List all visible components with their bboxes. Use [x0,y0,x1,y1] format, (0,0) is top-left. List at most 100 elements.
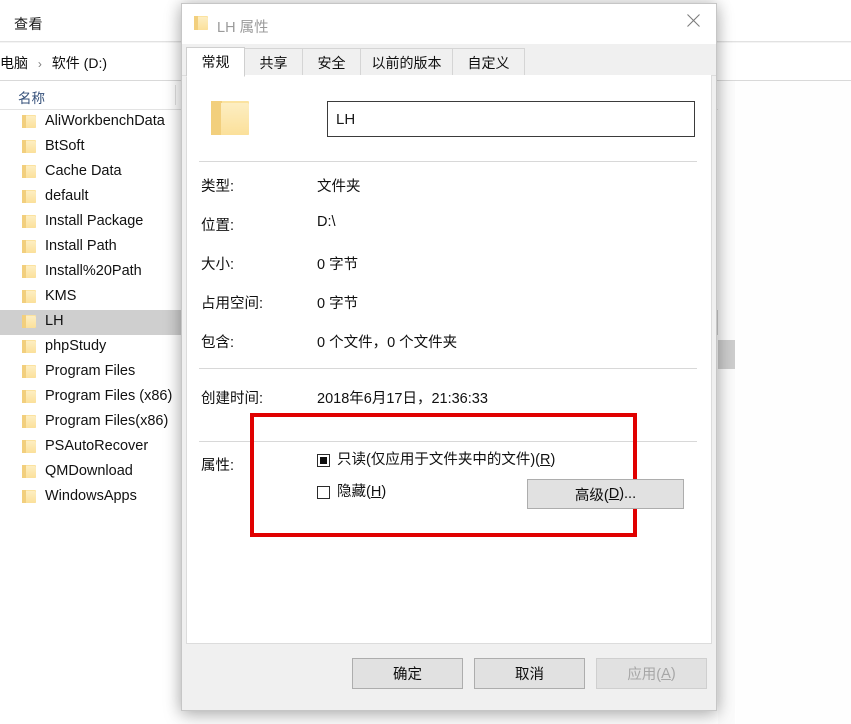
apply-button-accel: A [661,665,671,682]
list-item-label: Install%20Path [45,263,142,279]
property-row-size-on-disk: 占用空间: 0 字节 [187,292,711,331]
scrollbar-thumb[interactable] [718,340,735,369]
folder-icon [22,340,36,353]
tab-strip: 常规 共享 安全 以前的版本 自定义 [182,44,716,77]
list-item-label: phpStudy [45,338,107,354]
folder-icon [22,165,36,178]
property-row-location: 位置: D:\ [187,214,711,253]
dialog-title: LH 属性 [217,20,269,36]
folder-icon [22,190,36,203]
breadcrumb-separator-icon: › [37,57,42,71]
property-label-size-on-disk: 占用空间: [201,296,264,312]
folder-icon [22,140,36,153]
attributes-label: 属性: [201,458,235,474]
tab-security[interactable]: 安全 [302,48,361,76]
property-label-type: 类型: [201,179,235,195]
hidden-checkbox[interactable] [317,486,330,499]
divider-after-name [199,161,697,162]
dialog-title-bar[interactable]: LH 属性 [182,4,716,44]
property-label-created: 创建时间: [201,391,264,407]
list-item-label: Cache Data [45,163,122,179]
hidden-checkbox-row[interactable]: 隐藏(H) [317,483,386,501]
divider-after-properties [199,368,697,369]
list-item-label: PSAutoRecover [45,438,149,454]
folder-icon [22,265,36,278]
tab-previous-versions[interactable]: 以前的版本 [360,48,453,76]
close-icon[interactable] [670,4,716,36]
property-value-size-on-disk: 0 字节 [317,296,359,312]
ok-button[interactable]: 确定 [352,658,463,689]
list-item-label: KMS [45,288,77,304]
tab-sharing[interactable]: 共享 [244,48,303,76]
folder-icon [22,290,36,303]
hidden-label-pre: 隐藏( [337,484,371,500]
list-item-label: QMDownload [45,463,133,479]
folder-icon [22,465,36,478]
breadcrumb-root[interactable]: 电脑 [0,55,28,71]
property-value-location: D:\ [317,214,336,230]
property-value-created: 2018年6月17日，21:36:33 [317,391,488,407]
dialog-content-general: 类型: 文件夹 位置: D:\ 大小: 0 字节 占用空间: 0 字节 包含: [186,75,712,644]
folder-icon [22,215,36,228]
tab-customize[interactable]: 自定义 [452,48,525,76]
list-item-label: Program Files [45,363,136,379]
screen: 查看 电脑 › 软件 (D:) 搜索"软件 (D:)" 名称 AliWorkbe… [0,0,851,724]
name-row [197,93,701,153]
explorer-details-pane [736,81,851,724]
apply-button-pre: 应用( [627,667,662,683]
list-item-label: Program Files (x86) [45,388,173,404]
breadcrumb[interactable]: 电脑 › 软件 (D:) [0,53,107,73]
apply-button[interactable]: 应用(A) [596,658,707,689]
folder-icon [22,415,36,428]
hidden-label-post: ) [381,484,387,500]
ribbon-tab-view[interactable]: 查看 [14,14,43,34]
readonly-label-pre: 只读(仅应用于文件夹中的文件)( [337,452,540,468]
readonly-label-accel: R [540,452,551,468]
readonly-checkbox[interactable] [317,454,330,467]
apply-button-post: ) [670,665,676,682]
advanced-button-pre: 高级( [574,487,609,504]
divider-after-created [199,441,697,442]
folder-icon [22,240,36,253]
property-row-created: 创建时间: 2018年6月17日，21:36:33 [187,387,711,426]
cancel-button[interactable]: 取消 [474,658,585,689]
property-label-size: 大小: [201,257,235,273]
property-value-size: 0 字节 [317,257,359,273]
property-value-type: 文件夹 [317,179,361,195]
hidden-checkbox-label: 隐藏(H) [337,483,386,501]
folder-icon [22,390,36,403]
list-item-label: LH [45,313,64,329]
properties-dialog: LH 属性 常规 共享 安全 以前的版本 自定义 LH 类型: 文件夹 位置: … [181,3,717,711]
list-item-label: WindowsApps [45,488,137,504]
dialog-footer: 确定 取消 应用(A) [182,644,716,710]
column-header-name[interactable]: 名称 [18,87,45,107]
folder-icon [194,16,208,30]
folder-icon [22,440,36,453]
list-item-label: default [45,188,89,204]
list-item-label: BtSoft [45,138,85,154]
column-separator[interactable] [175,85,176,105]
list-item-label: Install Path [45,238,117,254]
property-row-contains: 包含: 0 个文件，0 个文件夹 [187,331,711,370]
hidden-label-accel: H [370,484,382,500]
property-label-location: 位置: [201,218,235,234]
property-label-contains: 包含: [201,335,235,351]
list-item-label: Program Files(x86) [45,413,169,429]
breadcrumb-current[interactable]: 软件 (D:) [52,55,107,71]
folder-icon [22,315,36,328]
property-rows: 类型: 文件夹 位置: D:\ 大小: 0 字节 占用空间: 0 字节 包含: [187,175,711,370]
tab-general[interactable]: 常规 [186,47,245,77]
readonly-checkbox-row[interactable]: 只读(仅应用于文件夹中的文件)(R) [317,451,555,469]
property-row-type: 类型: 文件夹 [187,175,711,214]
folder-large-icon [211,101,249,137]
property-value-contains: 0 个文件，0 个文件夹 [317,335,458,351]
folder-name-input[interactable] [327,101,695,137]
file-list-scrollbar[interactable] [718,81,735,724]
folder-icon [22,490,36,503]
advanced-button[interactable]: 高级(D)... [527,479,684,509]
folder-icon [22,115,36,128]
readonly-label-post: ) [550,452,556,468]
readonly-checkbox-label: 只读(仅应用于文件夹中的文件)(R) [337,451,555,469]
annotation-highlight-box [250,413,637,537]
list-item-label: AliWorkbenchData [45,113,165,129]
